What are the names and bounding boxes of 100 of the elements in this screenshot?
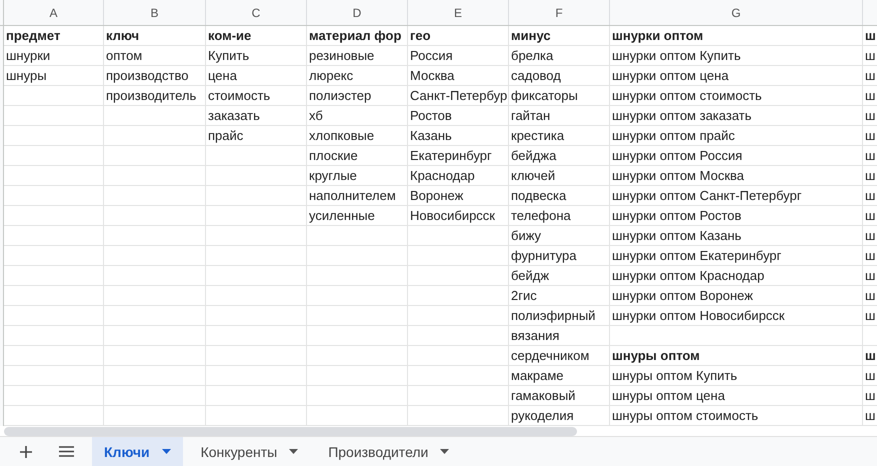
- table-cell: люрекс: [307, 66, 408, 86]
- table-cell: ключей: [509, 166, 610, 186]
- table-cell: Россия: [408, 46, 509, 66]
- table-cell: производитель: [104, 86, 206, 106]
- table-cell: ш: [863, 406, 877, 426]
- table-cell: ш: [863, 186, 877, 206]
- table-cell: шнурки оптом цена: [610, 66, 863, 86]
- table-cell: хб: [307, 106, 408, 126]
- table-cell: плоские: [307, 146, 408, 166]
- table-cell: Воронеж: [408, 186, 509, 206]
- table-cell: ш: [863, 286, 877, 306]
- table-cell: Казань: [408, 126, 509, 146]
- table-cell: ключ: [104, 26, 206, 46]
- table-cell: Санкт-Петербур: [408, 86, 509, 106]
- table-cell: ш: [863, 86, 877, 106]
- table-cell: ш: [863, 206, 877, 226]
- caret-icon: [162, 449, 171, 454]
- sheet-tab[interactable]: Конкуренты: [188, 437, 310, 466]
- table-cell: шнуры: [4, 66, 104, 86]
- table-cell: наполнителем: [307, 186, 408, 206]
- table-cell: резиновые: [307, 46, 408, 66]
- table-cell: Екатеринбург: [408, 146, 509, 166]
- table-cell: полиэфирный: [509, 306, 610, 326]
- table-cell: вязания: [509, 326, 610, 346]
- table-cell: бижу: [509, 226, 610, 246]
- table-cell: оптом: [104, 46, 206, 66]
- column-header[interactable]: A: [49, 6, 58, 20]
- table-cell: шнурки: [4, 46, 104, 66]
- caret-icon: [289, 449, 298, 454]
- table-cell: шнурки оптом Казань: [610, 226, 863, 246]
- table-cell: шнуры оптом Купить: [610, 366, 863, 386]
- table-cell: брелка: [509, 46, 610, 66]
- add-icon: [20, 446, 32, 458]
- table-cell: шнурки оптом Екатеринбург: [610, 246, 863, 266]
- scrollbar-thumb[interactable]: [4, 427, 577, 436]
- table-cell: ш: [863, 126, 877, 146]
- table-cell: бейдж: [509, 266, 610, 286]
- table-cell: ш: [863, 166, 877, 186]
- table-cell: гео: [408, 26, 509, 46]
- table-cell: ш: [863, 66, 877, 86]
- table-cell: гамаковый: [509, 386, 610, 406]
- table-cell: ш: [863, 246, 877, 266]
- table-cell: стоимость: [206, 86, 307, 106]
- column-header[interactable]: D: [352, 6, 362, 20]
- sheet-tab[interactable]: Производители: [316, 437, 462, 466]
- table-cell: хлопковые: [307, 126, 408, 146]
- table-cell: ш: [863, 46, 877, 66]
- table-cell: садовод: [509, 66, 610, 86]
- table-cell: фиксаторы: [509, 86, 610, 106]
- table-cell: шнуры оптом: [610, 346, 863, 366]
- table-cell: шнурки оптом: [610, 26, 863, 46]
- table-cell: шнурки оптом Воронеж: [610, 286, 863, 306]
- column-header[interactable]: G: [731, 6, 741, 20]
- sheet-tab[interactable]: Ключи: [92, 437, 183, 466]
- caret-icon: [440, 449, 450, 454]
- column-header[interactable]: C: [252, 6, 260, 20]
- table-cell: шнурки оптом стоимость: [610, 86, 863, 106]
- table-cell: шнурки оптом Москва: [610, 166, 863, 186]
- table-cell: Ростов: [408, 106, 509, 126]
- table-cell: макраме: [509, 366, 610, 386]
- table-cell: ш: [863, 106, 877, 126]
- table-cell: материал фор: [307, 26, 408, 46]
- table-cell: шнурки оптом Новосибирсск: [610, 306, 863, 326]
- table-cell: крестика: [509, 126, 610, 146]
- table-cell: предмет: [4, 26, 104, 46]
- table-cell: ш: [863, 266, 877, 286]
- table-cell: ш: [863, 386, 877, 406]
- table-cell: фурнитура: [509, 246, 610, 266]
- table-cell: Купить: [206, 46, 307, 66]
- table-cell: шнурки оптом Ростов: [610, 206, 863, 226]
- table-cell: рукоделия: [509, 406, 610, 426]
- table-cell: шнуры оптом стоимость: [610, 406, 863, 426]
- table-cell: ш: [863, 26, 877, 46]
- table-cell: шнурки оптом Краснодар: [610, 266, 863, 286]
- table-cell: шнуры оптом цена: [610, 386, 863, 406]
- table-cell: производство: [104, 66, 206, 86]
- table-cell: цена: [206, 66, 307, 86]
- column-header[interactable]: F: [555, 6, 563, 20]
- table-cell: ком-ие: [206, 26, 307, 46]
- table-cell: подвеска: [509, 186, 610, 206]
- table-cell: бейджа: [509, 146, 610, 166]
- table-cell: телефона: [509, 206, 610, 226]
- table-cell: шнурки оптом прайс: [610, 126, 863, 146]
- column-header[interactable]: E: [454, 6, 462, 20]
- table-cell: ш: [863, 306, 877, 326]
- column-header[interactable]: B: [150, 6, 158, 20]
- table-cell: Краснодар: [408, 166, 509, 186]
- table-cell: шнурки оптом Санкт-Петербург: [610, 186, 863, 206]
- table-cell: полиэстер: [307, 86, 408, 106]
- menu-icon: [58, 446, 74, 457]
- table-cell: шнурки оптом заказать: [610, 106, 863, 126]
- table-cell: прайс: [206, 126, 307, 146]
- table-cell: Новосибирсск: [408, 206, 509, 226]
- table-cell: заказать: [206, 106, 307, 126]
- table-cell: шнурки оптом Купить: [610, 46, 863, 66]
- table-cell: сердечником: [509, 346, 610, 366]
- table-cell: шнурки оптом Россия: [610, 146, 863, 166]
- table-cell: 2гис: [509, 286, 610, 306]
- table-cell: круглые: [307, 166, 408, 186]
- table-cell: ш: [863, 346, 877, 366]
